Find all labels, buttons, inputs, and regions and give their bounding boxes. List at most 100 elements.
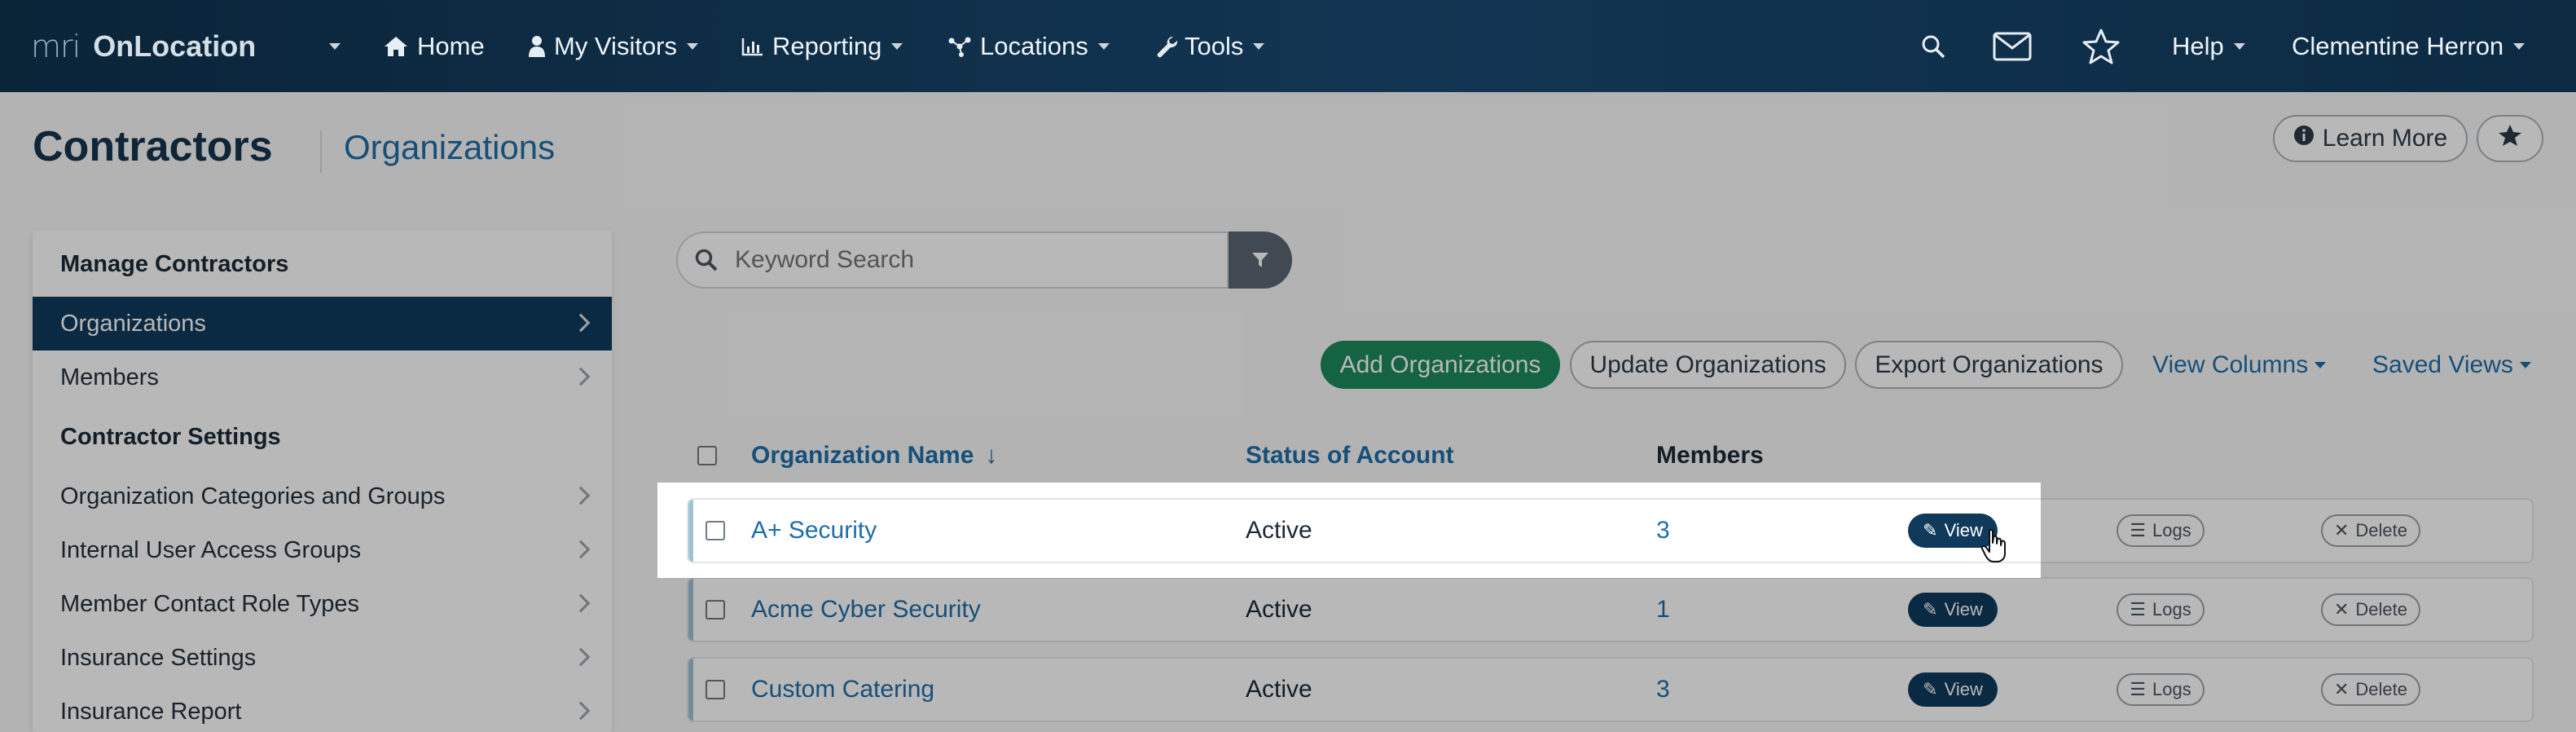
- home-icon: [383, 35, 409, 58]
- hand-cursor-icon: [1980, 529, 2008, 567]
- chevron-right-icon: [571, 313, 591, 333]
- sidebar-item-organization-categories[interactable]: Organization Categories and Groups: [33, 470, 612, 523]
- page-title: Contractors: [33, 123, 273, 170]
- keyword-search: [676, 232, 1229, 289]
- sidebar-item-label: Insurance Settings: [60, 644, 257, 671]
- view-button[interactable]: ✎ View: [1908, 672, 1998, 707]
- column-header-organization-name[interactable]: Organization Name ↓: [751, 441, 997, 470]
- view-label: View: [1944, 679, 1983, 699]
- bookmark-page-button[interactable]: [2477, 115, 2543, 162]
- logs-button[interactable]: ☰ Logs: [2117, 514, 2205, 547]
- view-columns-dropdown[interactable]: View Columns: [2152, 341, 2327, 389]
- logs-button[interactable]: ☰ Logs: [2117, 673, 2205, 706]
- nav-home[interactable]: Home: [383, 0, 485, 92]
- nav-tools[interactable]: Tools: [1155, 0, 1265, 92]
- edit-icon: ✎: [1923, 599, 1938, 620]
- nav-tools-label: Tools: [1185, 31, 1244, 60]
- export-organizations-button[interactable]: Export Organizations: [1855, 341, 2123, 389]
- organization-name-link[interactable]: Acme Cyber Security: [751, 579, 981, 641]
- search-icon: [1921, 34, 1945, 59]
- messages-button[interactable]: [1993, 0, 2032, 92]
- members-count-link[interactable]: 3: [1656, 500, 1670, 562]
- learn-more-button[interactable]: Learn More: [2273, 115, 2468, 162]
- help-menu[interactable]: Help: [2172, 0, 2245, 92]
- nav-locations-label: Locations: [980, 31, 1088, 60]
- app-logo[interactable]: mri OnLocation: [31, 0, 256, 92]
- mri-logo-mark: mri: [31, 28, 81, 64]
- delete-button[interactable]: ✕ Delete: [2321, 593, 2420, 626]
- page-subtitle: Organizations: [344, 128, 556, 166]
- chevron-down-icon: [687, 42, 699, 50]
- sidebar-section-manage-contractors: Manage Contractors: [60, 251, 289, 277]
- organization-name-link[interactable]: A+ Security: [751, 500, 877, 562]
- delete-label: Delete: [2355, 520, 2408, 540]
- row-checkbox[interactable]: [706, 680, 725, 699]
- sidebar-item-insurance-settings[interactable]: Insurance Settings: [33, 631, 612, 685]
- account-status: Active: [1246, 596, 1312, 623]
- person-icon: [528, 35, 546, 58]
- column-header-label: Organization Name: [751, 442, 974, 469]
- chevron-down-icon: [2314, 361, 2327, 368]
- sidebar-item-members[interactable]: Members: [33, 351, 612, 404]
- list-icon: ☰: [2130, 599, 2146, 620]
- nav-locations[interactable]: Locations: [947, 0, 1110, 92]
- favorites-button[interactable]: [2081, 0, 2121, 92]
- sidebar-item-insurance-report[interactable]: Insurance Report: [33, 685, 612, 732]
- filter-button[interactable]: [1229, 232, 1292, 289]
- app-switcher-dropdown[interactable]: [319, 0, 341, 92]
- nav-home-label: Home: [417, 31, 485, 60]
- sidebar-section-contractor-settings: Contractor Settings: [60, 424, 281, 450]
- view-label: View: [1944, 520, 1983, 540]
- logs-button[interactable]: ☰ Logs: [2117, 593, 2205, 626]
- filter-icon: [1251, 250, 1270, 270]
- info-icon: [2293, 125, 2314, 152]
- envelope-icon: [1993, 32, 2032, 61]
- nav-my-visitors[interactable]: My Visitors: [528, 0, 699, 92]
- table-row: Custom Catering Active 3 ✎ View ☰ Logs ✕ De…: [687, 657, 2534, 722]
- user-name: Clementine Herron: [2292, 31, 2504, 60]
- row-checkbox[interactable]: [706, 600, 725, 620]
- highlighted-row-spotlight: A+ Security Active 3 ✎ View: [657, 483, 2041, 578]
- edit-icon: ✎: [1923, 520, 1938, 540]
- view-button[interactable]: ✎ View: [1908, 593, 1998, 627]
- add-organizations-button[interactable]: Add Organizations: [1321, 341, 1560, 389]
- nav-reporting[interactable]: Reporting: [741, 0, 903, 92]
- search-nav-button[interactable]: [1921, 0, 1945, 92]
- delete-button[interactable]: ✕ Delete: [2321, 514, 2420, 547]
- table-row: Acme Cyber Security Active 1 ✎ View ☰ Logs…: [687, 577, 2534, 642]
- sidebar-item-internal-user-access-groups[interactable]: Internal User Access Groups: [33, 523, 612, 577]
- account-status: Active: [1246, 676, 1312, 703]
- logs-label: Logs: [2152, 599, 2191, 620]
- chevron-right-icon: [571, 647, 591, 667]
- sidebar-item-organizations[interactable]: Organizations: [33, 297, 612, 351]
- chevron-right-icon: [571, 486, 591, 505]
- close-icon: ✕: [2333, 520, 2350, 540]
- saved-views-label: Saved Views: [2372, 351, 2513, 378]
- update-organizations-button[interactable]: Update Organizations: [1570, 341, 1846, 389]
- sidebar-item-member-contact-role-types[interactable]: Member Contact Role Types: [33, 577, 612, 631]
- saved-views-dropdown[interactable]: Saved Views: [2372, 341, 2531, 389]
- user-menu[interactable]: Clementine Herron: [2292, 0, 2525, 92]
- chevron-right-icon: [571, 593, 591, 613]
- column-header-members: Members: [1656, 442, 1764, 469]
- nav-my-visitors-label: My Visitors: [554, 31, 678, 60]
- delete-button[interactable]: ✕ Delete: [2321, 673, 2420, 706]
- select-all-checkbox[interactable]: [697, 446, 717, 465]
- sidebar-item-label: Insurance Report: [60, 698, 242, 725]
- delete-label: Delete: [2355, 599, 2408, 620]
- organization-name-link[interactable]: Custom Catering: [751, 659, 934, 721]
- delete-label: Delete: [2355, 679, 2408, 699]
- search-input[interactable]: [735, 246, 1191, 274]
- column-header-status[interactable]: Status of Account: [1246, 441, 1454, 470]
- sort-descending-icon: ↓: [985, 442, 998, 469]
- members-count-link[interactable]: 1: [1656, 579, 1670, 641]
- account-status: Active: [1246, 517, 1312, 544]
- row-checkbox[interactable]: [706, 521, 725, 540]
- sidebar-item-label: Members: [60, 364, 159, 390]
- chevron-down-icon: [1253, 42, 1265, 50]
- chevron-down-icon: [891, 42, 903, 50]
- edit-icon: ✎: [1923, 679, 1938, 699]
- members-count-link[interactable]: 3: [1656, 659, 1670, 721]
- row-accent-bar: [688, 579, 693, 641]
- chevron-down-icon: [329, 42, 341, 50]
